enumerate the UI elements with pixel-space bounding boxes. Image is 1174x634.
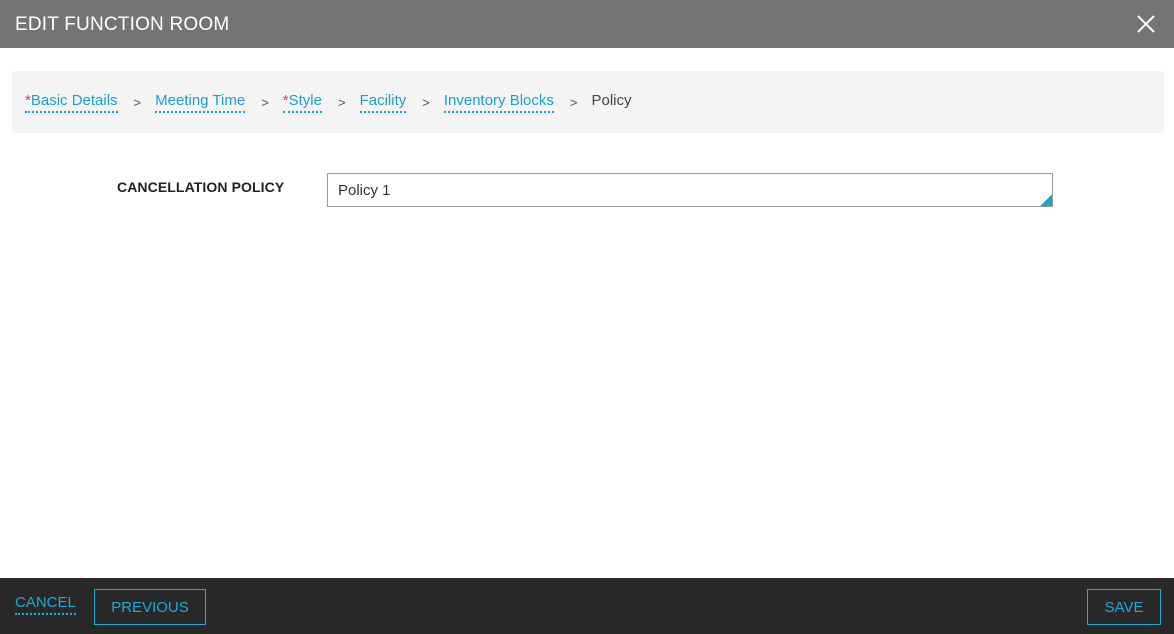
breadcrumb-separator: > <box>133 94 142 110</box>
breadcrumb-label: Meeting Time <box>155 91 246 109</box>
breadcrumb-basic-details[interactable]: *Basic Details <box>25 92 118 113</box>
dialog-header: EDIT FUNCTION ROOM <box>0 0 1174 48</box>
breadcrumb-meeting-time[interactable]: Meeting Time <box>155 91 246 113</box>
breadcrumb: *Basic Details > Meeting Time > *Style >… <box>12 71 1164 133</box>
breadcrumb-label: Inventory Blocks <box>443 91 554 109</box>
breadcrumb-current-policy: Policy <box>591 91 632 109</box>
close-icon <box>1137 15 1155 33</box>
dialog-footer: CANCEL PREVIOUS SAVE <box>0 578 1174 634</box>
save-button[interactable]: SAVE <box>1087 589 1161 625</box>
breadcrumb-label: Facility <box>359 91 407 109</box>
breadcrumb-separator: > <box>261 94 269 110</box>
breadcrumb-separator: > <box>569 94 578 110</box>
cancellation-policy-label: CANCELLATION POLICY <box>117 179 285 195</box>
breadcrumb-label: Style <box>288 91 322 109</box>
dialog-title: EDIT FUNCTION ROOM <box>15 14 230 35</box>
close-button[interactable] <box>1134 12 1158 36</box>
resize-handle-icon[interactable] <box>1040 194 1052 206</box>
breadcrumb-separator: > <box>337 94 346 110</box>
breadcrumb-label: Basic Details <box>30 91 118 109</box>
cancel-button[interactable]: CANCEL <box>15 594 76 615</box>
previous-button[interactable]: PREVIOUS <box>94 589 206 625</box>
breadcrumb-style[interactable]: *Style <box>282 91 322 113</box>
breadcrumb-inventory-blocks[interactable]: Inventory Blocks <box>443 91 554 113</box>
cancellation-policy-input[interactable] <box>327 173 1053 207</box>
breadcrumb-facility[interactable]: Facility <box>359 91 407 113</box>
breadcrumb-separator: > <box>422 94 430 110</box>
